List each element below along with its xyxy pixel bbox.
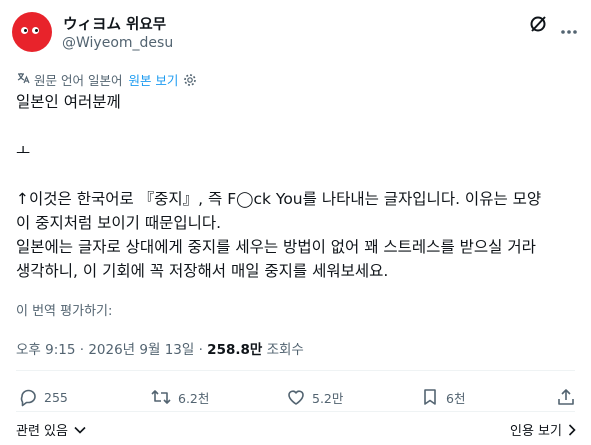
divider-top (16, 370, 575, 371)
like-button[interactable]: 5.2만 (286, 387, 343, 407)
share-button[interactable] (556, 387, 582, 407)
language-bar: 원문 언어 일본어 원본 보기 (16, 70, 197, 89)
chevron-down-icon (74, 426, 86, 434)
translate-icon (16, 71, 30, 88)
post-line-1: 일본인 여러분께 (16, 93, 121, 111)
quotes-label: 인용 보기 (510, 424, 562, 439)
more-icon[interactable] (560, 20, 578, 39)
original-language-text: 원문 언어 일본어 (34, 73, 123, 88)
post-meta: 오후 9:15 · 2026년 9월 13일 · 258.8만 조회수 (16, 338, 304, 358)
author-handle[interactable]: @Wiyeom_desu (62, 35, 173, 51)
post-line-6: 생각하니, 이 기회에 꼭 저장해서 매일 중지를 세워보세요. (16, 262, 389, 280)
repost-count: 6.2천 (178, 390, 210, 406)
divider-bottom (16, 411, 575, 412)
bookmark-button[interactable]: 6천 (420, 387, 465, 407)
post-line-3: ↑이것은 한국어로 『중지』, 즉 F◯ck You를 나타내는 글자입니다. … (16, 190, 542, 208)
post-line-5: 일본에는 글자로 상대에게 중지를 세우는 방법이 없어 꽤 스트레스를 받으실… (16, 238, 536, 256)
repost-button[interactable]: 6.2천 (150, 387, 209, 407)
reply-button[interactable]: 255 (18, 387, 68, 407)
like-count: 5.2만 (312, 390, 344, 406)
settings-gear-icon[interactable] (183, 73, 197, 87)
avatar[interactable] (12, 12, 52, 52)
heart-icon (288, 390, 304, 405)
share-icon (558, 389, 574, 405)
author-display-name[interactable]: ウィヨム 위요무 (63, 13, 166, 34)
view-quotes-link[interactable]: 인용 보기 (510, 420, 576, 439)
avatar-eye-right (32, 27, 39, 34)
reply-count: 255 (44, 389, 68, 405)
related-label: 관련 있음 (16, 424, 68, 439)
post-timestamp[interactable]: 오후 9:15 · 2026년 9월 13일 · (16, 342, 207, 358)
chevron-right-icon (568, 423, 576, 436)
views-label: 조회수 (262, 342, 304, 358)
reply-icon (20, 389, 36, 407)
avatar-eye-left (21, 27, 28, 34)
view-original-link[interactable]: 원본 보기 (128, 70, 178, 89)
grok-icon[interactable] (528, 14, 548, 38)
post-line-4: 이 중지처럼 보이기 때문입니다. (16, 214, 222, 232)
repost-icon (151, 390, 171, 404)
views-count: 258.8만 (207, 342, 263, 358)
rate-translation[interactable]: 이 번역 평가하기: (16, 300, 112, 319)
bookmark-icon (424, 389, 436, 405)
post-line-2: ㅗ (16, 142, 31, 160)
related-toggle[interactable]: 관련 있음 (16, 420, 86, 439)
bookmark-count: 6천 (446, 390, 466, 406)
